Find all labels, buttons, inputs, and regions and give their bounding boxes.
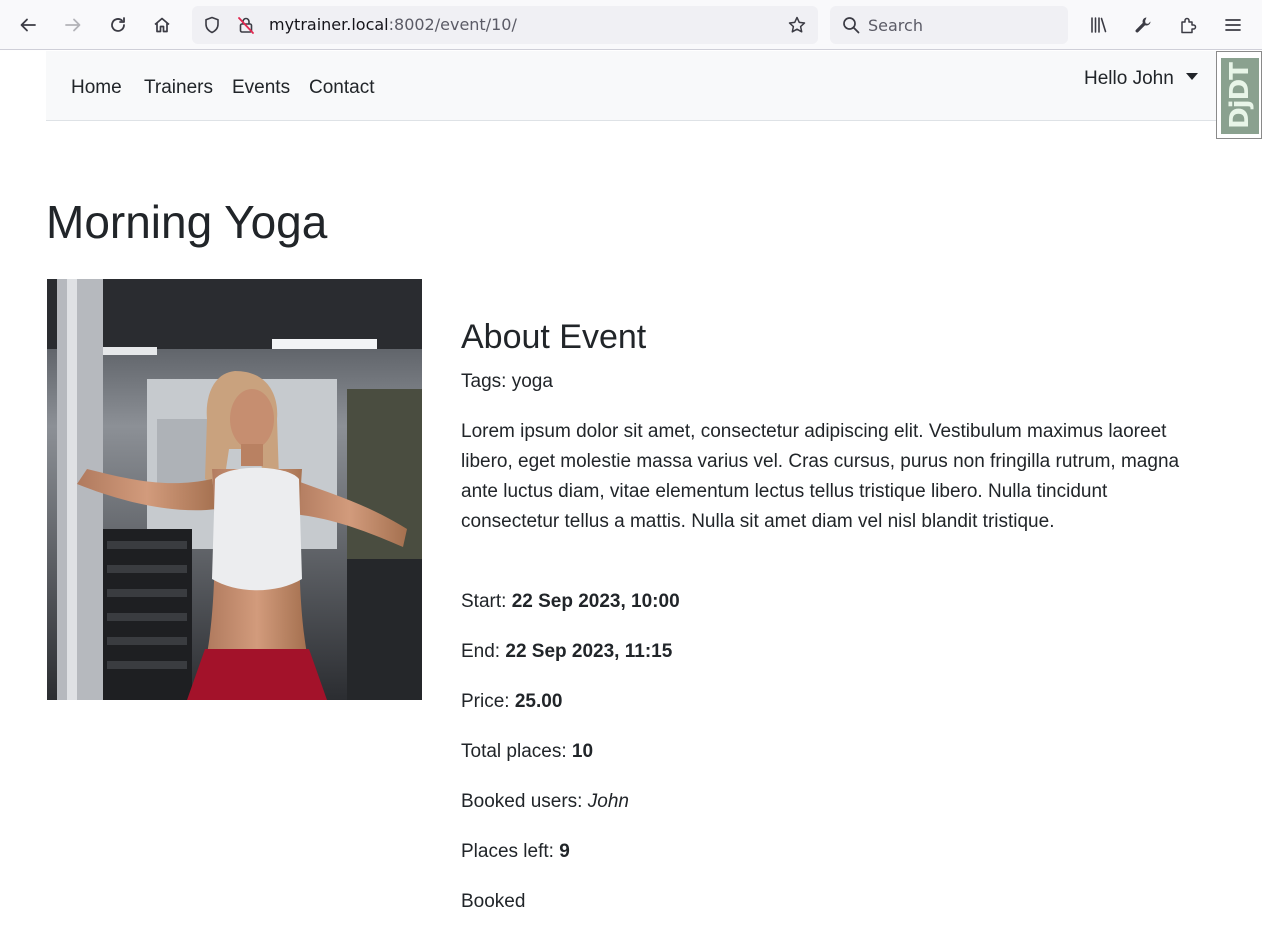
bookmark-star-icon[interactable]	[787, 15, 807, 35]
tags-row: Tags: yoga	[461, 367, 553, 397]
home-icon[interactable]	[146, 9, 178, 41]
insecure-lock-icon[interactable]	[236, 15, 256, 35]
price-label: Price:	[461, 691, 515, 712]
wrench-icon[interactable]	[1127, 9, 1159, 41]
site-navbar: Home Trainers Events Contact Hello John	[46, 51, 1216, 121]
tags-label: Tags:	[461, 371, 512, 392]
back-icon[interactable]	[12, 9, 44, 41]
start-label: Start:	[461, 591, 512, 612]
end-row: End: 22 Sep 2023, 11:15	[461, 637, 672, 667]
url-text[interactable]: mytrainer.local:8002/event/10/	[269, 15, 517, 35]
user-menu-dropdown[interactable]: Hello John	[1084, 67, 1198, 91]
browser-toolbar: mytrainer.local:8002/event/10/ Search	[0, 0, 1262, 50]
places-left-row: Places left: 9	[461, 837, 570, 867]
event-description: Lorem ipsum dolor sit amet, consectetur …	[461, 421, 1180, 532]
debug-toolbar-logo: DjDT	[1221, 58, 1259, 134]
search-placeholder: Search	[868, 16, 923, 35]
address-bar[interactable]: mytrainer.local:8002/event/10/	[192, 6, 818, 44]
total-places-row: Total places: 10	[461, 737, 593, 767]
end-value: 22 Sep 2023, 11:15	[505, 641, 673, 662]
price-value: 25.00	[514, 691, 563, 712]
booked-users-row: Booked users: John	[461, 787, 629, 817]
about-event-heading: About Event	[461, 318, 647, 356]
debug-toolbar-handle[interactable]: DjDT	[1216, 51, 1262, 139]
booking-status: Booked	[461, 891, 526, 912]
library-icon[interactable]	[1082, 9, 1114, 41]
nav-link-events[interactable]: Events	[232, 76, 290, 100]
places-left-label: Places left:	[461, 841, 560, 862]
trainer-photo	[47, 279, 422, 700]
search-bar[interactable]: Search	[830, 6, 1068, 44]
price-row: Price: 25.00	[461, 687, 562, 717]
url-path: :8002/event/10/	[388, 15, 517, 34]
places-left-value: 9	[559, 841, 570, 862]
user-greeting: Hello John	[1084, 68, 1174, 89]
shield-icon[interactable]	[202, 15, 222, 35]
total-places-label: Total places:	[461, 741, 572, 762]
forward-icon[interactable]	[57, 9, 89, 41]
start-value: 22 Sep 2023, 10:00	[511, 591, 680, 612]
booked-user-name: John	[587, 791, 629, 812]
tags-value: yoga	[511, 371, 553, 392]
page-title: Morning Yoga	[46, 196, 328, 248]
url-host: mytrainer.local	[269, 15, 389, 34]
booked-users-label: Booked users:	[461, 791, 588, 812]
nav-link-trainers[interactable]: Trainers	[144, 76, 213, 100]
caret-down-icon	[1185, 73, 1198, 80]
nav-link-home[interactable]: Home	[71, 76, 122, 100]
search-icon	[843, 17, 860, 34]
start-row: Start: 22 Sep 2023, 10:00	[461, 587, 680, 617]
total-places-value: 10	[571, 741, 594, 762]
reload-icon[interactable]	[102, 9, 134, 41]
debug-toolbar-label: DjDT	[1225, 63, 1255, 129]
app-menu-icon[interactable]	[1217, 9, 1249, 41]
end-label: End:	[461, 641, 506, 662]
event-photo	[47, 279, 422, 700]
extensions-icon[interactable]	[1172, 9, 1204, 41]
nav-link-contact[interactable]: Contact	[309, 76, 374, 100]
